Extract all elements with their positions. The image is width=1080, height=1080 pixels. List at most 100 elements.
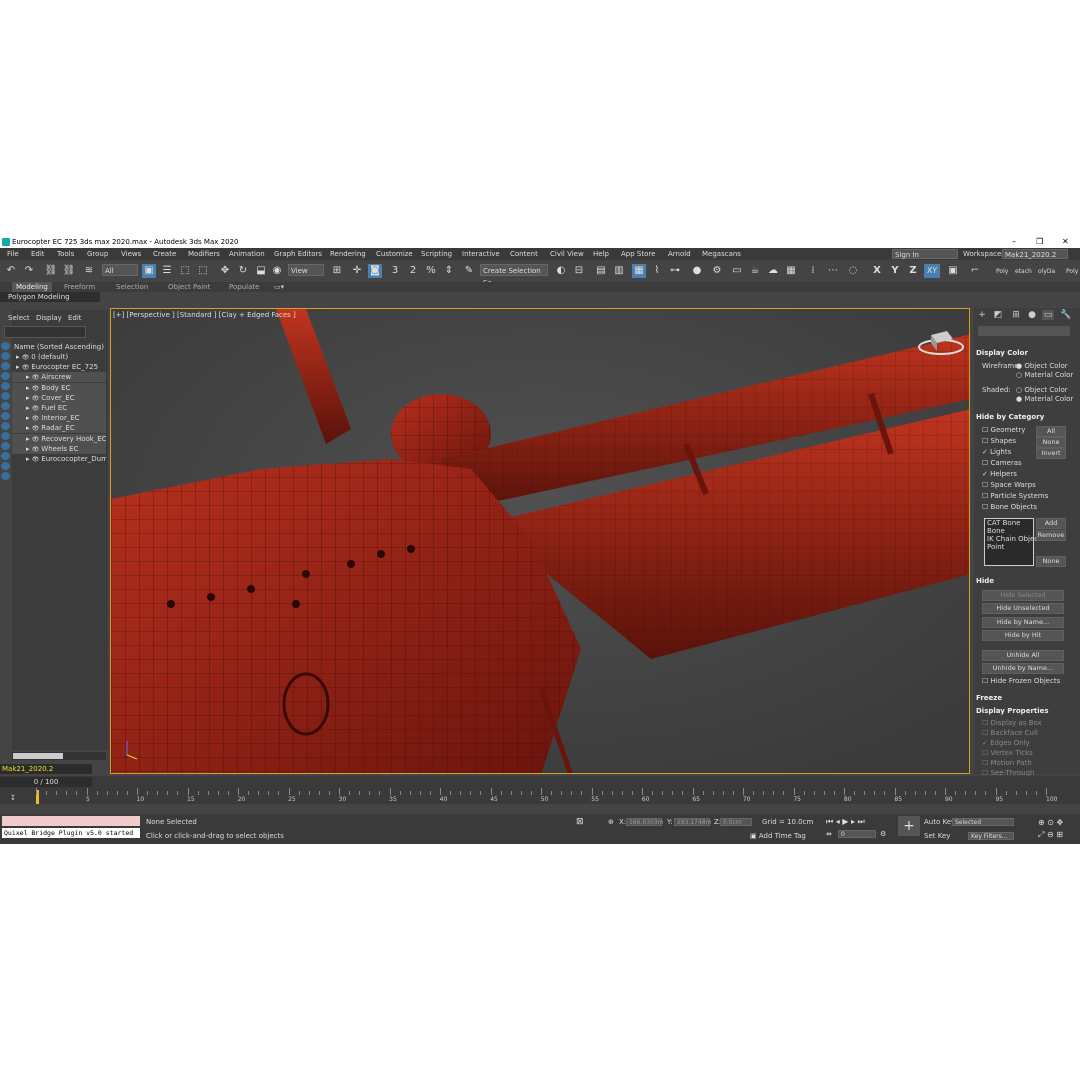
display-property-checkbox[interactable]: ✓ Edges Only <box>982 739 1030 748</box>
move-icon[interactable]: ✥ <box>218 264 232 278</box>
menu-help[interactable]: Help <box>593 248 609 260</box>
display-groups-icon[interactable] <box>1 412 10 420</box>
expand-arrow-icon[interactable]: ▸ <box>12 363 22 371</box>
viewport-nav-controls-2[interactable]: ⤢ ⊖ ⊞ <box>1038 830 1063 839</box>
checkbox-icon[interactable]: ☐ <box>982 426 991 434</box>
display-shapes-icon[interactable] <box>1 362 10 370</box>
grid-snap-icon[interactable]: ⁞ <box>806 264 820 278</box>
visibility-eye-icon[interactable]: 👁 <box>32 446 42 453</box>
rendered-frame-window-icon[interactable]: ▭ <box>730 264 744 278</box>
menu-views[interactable]: Views <box>121 248 141 260</box>
category-all-button[interactable]: All <box>1036 426 1066 437</box>
isolate-toggle-icon[interactable]: ⊠ <box>576 818 584 827</box>
render-icon[interactable]: ▣ <box>946 264 960 278</box>
visibility-eye-icon[interactable]: 👁 <box>32 374 42 381</box>
key-mode-dropdown[interactable]: Selected <box>952 818 1014 826</box>
checkbox-icon[interactable]: ☐ <box>982 719 991 727</box>
expand-arrow-icon[interactable]: ▸ <box>12 353 22 361</box>
select-manipulate-icon[interactable]: ✛ <box>350 264 364 278</box>
hide-by-name-button[interactable]: Hide by Name... <box>982 617 1064 628</box>
display-lights-icon[interactable] <box>1 372 10 380</box>
material-editor-icon[interactable]: ● <box>690 264 704 278</box>
category-checkbox[interactable]: ☐ Space Warps <box>982 481 1036 490</box>
isolate-icon[interactable]: ◌ <box>846 264 860 278</box>
visibility-eye-icon[interactable]: 👁 <box>32 415 42 422</box>
menu-arnold[interactable]: Arnold <box>668 248 691 260</box>
tab-selection[interactable]: Selection <box>116 282 148 292</box>
scene-column-header[interactable]: Name (Sorted Ascending) <box>14 342 108 352</box>
y-coord-field[interactable]: 283.1748m <box>674 818 711 826</box>
undo-icon[interactable]: ↶ <box>4 264 18 278</box>
checkbox-icon[interactable]: ☐ <box>982 759 991 767</box>
display-hidden-icon[interactable] <box>1 462 10 470</box>
category-none-button[interactable]: None <box>1036 437 1066 448</box>
menu-animation[interactable]: Animation <box>229 248 265 260</box>
display-property-checkbox[interactable]: ☐ Motion Path <box>982 759 1032 768</box>
display-tab-icon[interactable]: ▭ <box>1042 310 1054 320</box>
named-selection-set-dropdown[interactable]: Create Selection Se <box>480 264 548 287</box>
checkbox-icon[interactable]: ☐ <box>982 749 991 757</box>
expand-arrow-icon[interactable]: ▸ <box>12 414 32 422</box>
expand-arrow-icon[interactable]: ▸ <box>12 384 32 392</box>
menu-graph-editors[interactable]: Graph Editors <box>274 248 322 260</box>
category-checkbox[interactable]: ☐ Bone Objects <box>982 503 1037 512</box>
scene-menu-edit[interactable]: Edit <box>68 312 82 324</box>
category-invert-button[interactable]: Invert <box>1036 448 1066 459</box>
axis-z-button[interactable]: Z <box>906 264 920 278</box>
place-icon[interactable]: ◉ <box>270 264 284 278</box>
category-checkbox[interactable]: ☐ Shapes <box>982 437 1016 446</box>
rotate-icon[interactable]: ↻ <box>236 264 250 278</box>
render-in-cloud-icon[interactable]: ☁ <box>766 264 780 278</box>
pivot-center-icon[interactable]: ⊞ <box>330 264 344 278</box>
set-key-big-button[interactable]: + <box>898 816 920 836</box>
scene-tree-row[interactable]: ▸ 👁 0 (default) <box>12 352 106 362</box>
unlink-icon[interactable]: ⛓ <box>62 264 76 278</box>
display-frozen-icon[interactable] <box>1 452 10 460</box>
display-spacewarps-icon[interactable] <box>1 402 10 410</box>
checkbox-icon[interactable]: ☐ <box>982 729 991 737</box>
visibility-eye-icon[interactable]: 👁 <box>32 425 42 432</box>
display-geometry-icon[interactable] <box>1 352 10 360</box>
auto-key-button[interactable]: Auto Key <box>924 818 955 827</box>
menu-file[interactable]: File <box>7 248 19 260</box>
wireframe-radio-material-color[interactable]: ○ Material Color <box>1016 371 1073 380</box>
display-all-icon[interactable] <box>1 472 10 480</box>
angle-snap-icon[interactable]: 2 <box>406 264 420 278</box>
scene-tree-row[interactable]: ▸ 👁 Radar_EC <box>12 423 106 434</box>
unhide-all-button[interactable]: Unhide All <box>982 650 1064 661</box>
menu-modifiers[interactable]: Modifiers <box>188 248 220 260</box>
list-item-point[interactable]: Point <box>987 543 1004 553</box>
snaps-toggle-icon[interactable]: 3 <box>388 264 402 278</box>
scene-search-input[interactable] <box>4 326 86 338</box>
display-helpers-icon[interactable] <box>1 392 10 400</box>
scene-menu-select[interactable]: Select <box>8 312 30 324</box>
scale-icon[interactable]: ⬓ <box>254 264 268 278</box>
ribbon-panel-polygon-modeling[interactable]: Polygon Modeling <box>0 292 100 302</box>
expand-arrow-icon[interactable]: ▸ <box>12 424 32 432</box>
time-slider[interactable]: 0 / 100 <box>0 777 92 787</box>
display-containers-icon[interactable] <box>1 442 10 450</box>
menu-content[interactable]: Content <box>510 248 538 260</box>
visibility-eye-icon[interactable]: 👁 <box>22 364 32 371</box>
checkbox-icon[interactable]: ☐ <box>982 459 991 467</box>
hierarchy-tab-icon[interactable]: ⊞ <box>1010 310 1022 320</box>
ribbon-detach-label[interactable]: etach <box>1015 268 1032 275</box>
percent-snap-icon[interactable]: % <box>424 264 438 278</box>
scene-tree-row[interactable]: ▸ 👁 Airscrew <box>12 372 106 383</box>
scene-horizontal-scrollbar[interactable] <box>12 752 106 760</box>
tab-populate[interactable]: Populate <box>229 282 259 292</box>
hide-selected-button[interactable]: Hide Selected <box>982 590 1064 601</box>
redo-icon[interactable]: ↷ <box>22 264 36 278</box>
scene-tree-row[interactable]: ▸ 👁 Wheels EC <box>12 443 106 454</box>
scene-tree-row[interactable]: ▸ 👁 Eurocopter EC_725 <box>12 362 106 372</box>
menu-tools[interactable]: Tools <box>57 248 74 260</box>
expand-arrow-icon[interactable]: ▸ <box>12 435 32 443</box>
hide-by-category-rollout[interactable]: Hide by Category <box>976 412 1072 422</box>
sign-in-button[interactable]: Sign In <box>892 249 958 259</box>
absolute-mode-icon[interactable]: ⊕ <box>608 818 614 827</box>
keyboard-shortcut-override-icon[interactable]: ◙ <box>368 264 382 278</box>
viewport-label[interactable]: [+] [Perspective ] [Standard ] [Clay + E… <box>113 311 296 319</box>
menu-rendering[interactable]: Rendering <box>330 248 366 260</box>
ribbon-poly-label-2[interactable]: Poly <box>1066 268 1078 275</box>
menu-app-store[interactable]: App Store <box>621 248 655 260</box>
